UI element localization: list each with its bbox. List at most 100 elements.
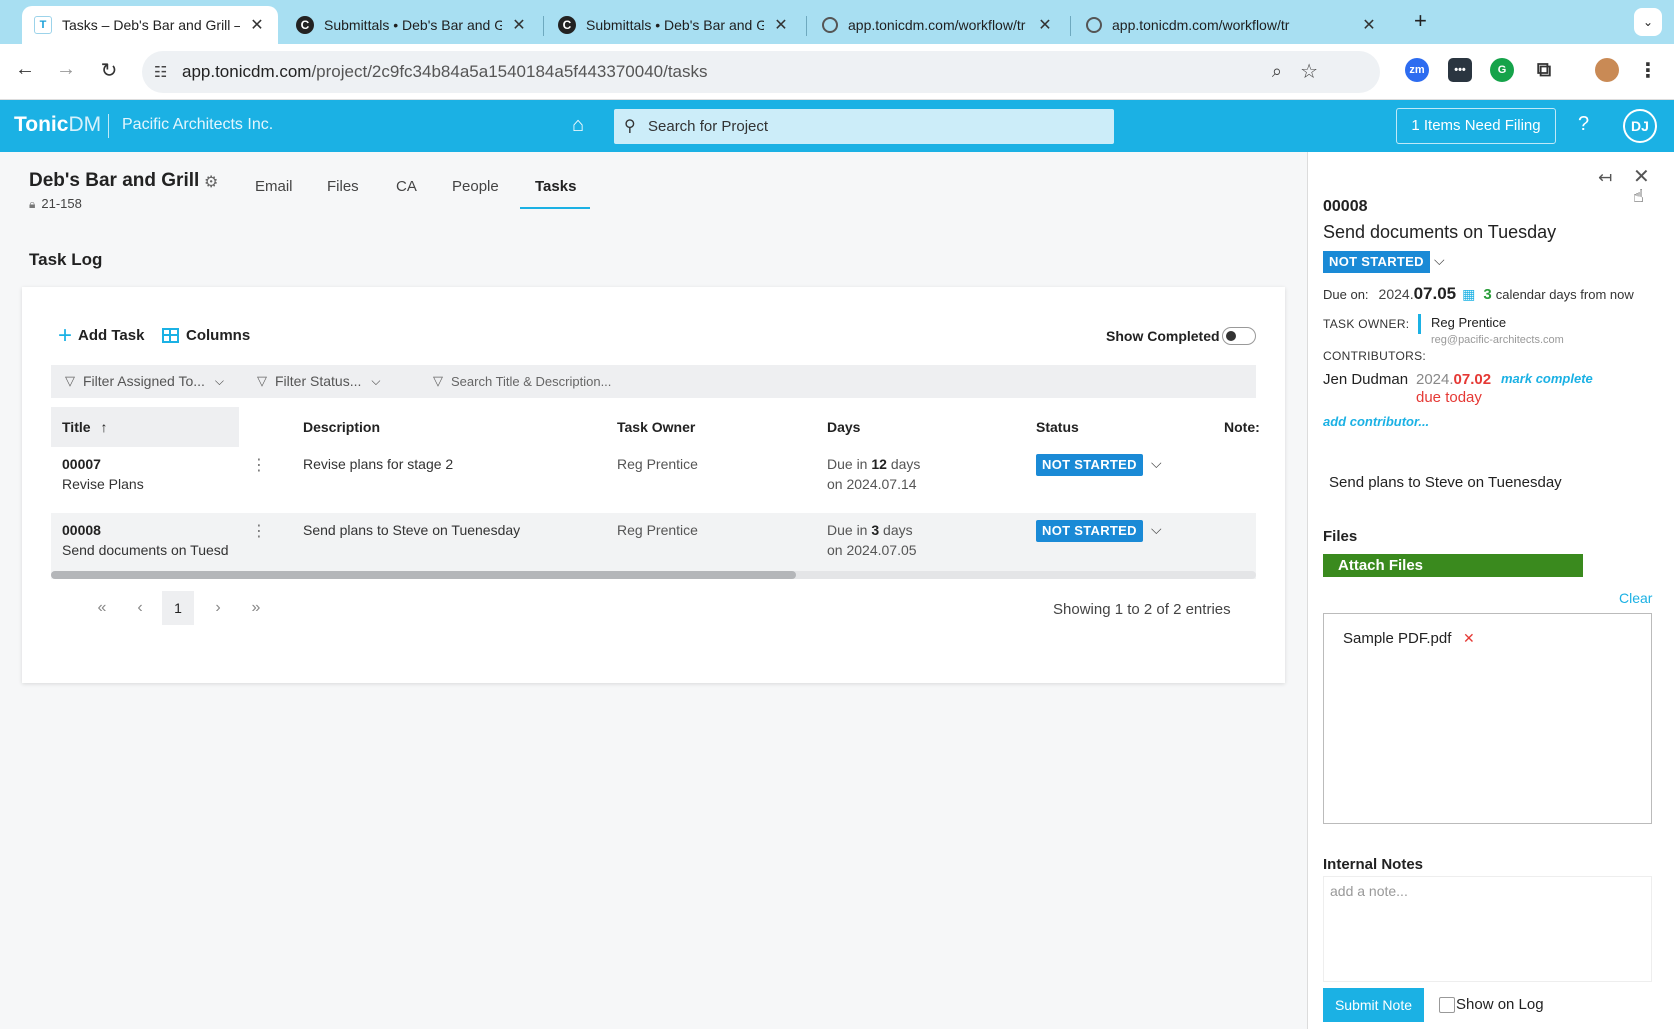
new-tab-plus-icon[interactable]: + — [1414, 8, 1427, 34]
task-description[interactable]: Send plans to Steve on Tuenesday — [1329, 474, 1562, 491]
tonicdm-logo[interactable]: TonicDM — [14, 113, 101, 137]
horizontal-scrollbar[interactable] — [51, 571, 1256, 579]
status-badge[interactable]: NOT STARTED — [1036, 454, 1143, 476]
site-settings-icon[interactable]: ☷ — [154, 63, 167, 81]
filter-status-dropdown[interactable]: ▽ Filter Status... ⌵ — [257, 373, 380, 389]
chevron-down-icon[interactable]: ⌵ — [1151, 455, 1162, 472]
extensions-puzzle-icon[interactable]: ⧉ — [1532, 58, 1556, 82]
internal-notes-textarea[interactable]: add a note... — [1323, 876, 1652, 982]
items-need-filing-button[interactable]: 1 Items Need Filing — [1396, 108, 1556, 144]
files-heading: Files — [1323, 528, 1358, 545]
browser-tab-workflow-1[interactable]: app.tonicdm.com/workflow/tr ✕ — [810, 6, 1066, 44]
filter-bar: ▽ Filter Assigned To... ⌵ ▽ Filter Status..… — [51, 365, 1256, 398]
task-title: Revise Plans — [62, 476, 144, 492]
file-list: Sample PDF.pdf ✕ — [1323, 613, 1652, 824]
plus-icon: + — [58, 321, 73, 349]
user-avatar[interactable]: DJ — [1623, 109, 1657, 143]
chevron-down-icon[interactable]: ⌵ — [1434, 252, 1445, 269]
add-task-button[interactable]: + Add Task — [58, 321, 144, 349]
profile-avatar-icon[interactable] — [1595, 58, 1619, 82]
tab-people[interactable]: People — [452, 178, 499, 195]
browser-menu-icon[interactable]: ⋮ — [1636, 58, 1660, 82]
task-description: Revise plans for stage 2 — [303, 456, 454, 472]
password-manager-extension-icon[interactable]: ••• — [1448, 58, 1472, 82]
browser-tab-submittals-2[interactable]: C Submittals • Deb's Bar and Gr ✕ — [546, 6, 802, 44]
tab-email[interactable]: Email — [255, 178, 293, 195]
zoom-extension-icon[interactable]: zm — [1405, 58, 1429, 82]
grammarly-extension-icon[interactable]: G — [1490, 58, 1514, 82]
columns-button[interactable]: Columns — [162, 327, 250, 344]
browser-tab-tasks[interactable]: T Tasks – Deb's Bar and Grill – ✕ — [22, 6, 278, 44]
attach-files-button[interactable]: Attach Files — [1323, 554, 1583, 577]
project-search-input[interactable]: ⚲ Search for Project — [614, 109, 1114, 144]
gear-icon[interactable]: ⚙ — [204, 172, 218, 192]
column-header-status[interactable]: Status — [1036, 419, 1079, 435]
zoom-icon[interactable]: ⌕ — [1272, 61, 1282, 82]
tab-label: app.tonicdm.com/workflow/tr — [848, 17, 1026, 33]
clear-files-link[interactable]: Clear — [1619, 590, 1652, 606]
main-content: Deb's Bar and Grill ⚙ 🔒︎ 21-158 Email Fil… — [0, 152, 1307, 1029]
app-header: TonicDM Pacific Architects Inc. ⌂ ⚲ Sear… — [0, 100, 1674, 152]
column-header-title[interactable]: Title ↑ — [62, 419, 108, 435]
bookmark-star-icon[interactable]: ☆ — [1300, 59, 1318, 84]
column-header-task-owner[interactable]: Task Owner — [617, 419, 695, 435]
task-id: 00008 — [1323, 198, 1368, 215]
tab-files[interactable]: Files — [327, 178, 359, 195]
due-date[interactable]: 2024.07.05 — [1379, 284, 1457, 304]
contributor-name: Jen Dudman — [1323, 371, 1409, 388]
browser-tab-workflow-2[interactable]: app.tonicdm.com/workflow/tr ✕ — [1074, 6, 1390, 44]
first-page-icon[interactable]: « — [86, 591, 118, 625]
last-page-icon[interactable]: » — [240, 591, 272, 625]
tab-tasks[interactable]: Tasks — [535, 178, 576, 195]
expand-panel-icon[interactable]: ↤ — [1598, 168, 1612, 188]
row-menu-icon[interactable]: ⋮ — [251, 521, 267, 541]
close-tab-icon[interactable]: ✕ — [772, 15, 790, 35]
close-tab-icon[interactable]: ✕ — [510, 15, 528, 35]
contributor-due-date[interactable]: 2024.07.02 — [1416, 371, 1491, 388]
browser-tab-submittals-1[interactable]: C Submittals • Deb's Bar and Gr ✕ — [284, 6, 540, 44]
prev-page-icon[interactable]: ‹ — [124, 591, 156, 625]
column-header-notes[interactable]: Note: — [1224, 419, 1260, 435]
add-contributor-link[interactable]: add contributor... — [1323, 414, 1429, 429]
help-icon[interactable]: ? — [1578, 113, 1589, 136]
submittals-favicon-icon: C — [558, 16, 576, 34]
task-owner: Reg Prentice — [617, 522, 698, 538]
show-on-log-checkbox[interactable] — [1439, 997, 1455, 1013]
tab-ca[interactable]: CA — [396, 178, 417, 195]
next-page-icon[interactable]: › — [202, 591, 234, 625]
chevron-down-icon: ⌵ — [214, 373, 225, 388]
column-header-days[interactable]: Days — [827, 419, 860, 435]
task-owner-label: TASK OWNER: — [1323, 317, 1410, 331]
status-badge[interactable]: NOT STARTED — [1323, 251, 1430, 273]
close-tab-icon[interactable]: ✕ — [1036, 15, 1054, 35]
tab-label: Submittals • Deb's Bar and Gr — [324, 17, 502, 33]
mark-complete-link[interactable]: mark complete — [1501, 371, 1593, 386]
task-days: Due in 3 days — [827, 522, 913, 538]
back-arrow-icon[interactable]: ← — [12, 58, 38, 81]
column-header-description[interactable]: Description — [303, 419, 380, 435]
status-badge[interactable]: NOT STARTED — [1036, 520, 1143, 542]
address-bar[interactable]: ☷ app.tonicdm.com/project/2c9fc34b84a5a1… — [142, 51, 1380, 93]
reload-icon[interactable]: ↻ — [96, 58, 122, 83]
sort-ascending-icon: ↑ — [100, 419, 108, 435]
filter-assigned-dropdown[interactable]: ▽ Filter Assigned To... ⌵ — [65, 373, 224, 389]
show-completed-toggle[interactable] — [1222, 327, 1256, 345]
row-menu-icon[interactable]: ⋮ — [251, 455, 267, 475]
scrollbar-thumb[interactable] — [51, 571, 796, 579]
task-title[interactable]: Send documents on Tuesday — [1323, 222, 1556, 243]
forward-arrow-icon[interactable]: → — [53, 58, 79, 81]
file-item[interactable]: Sample PDF.pdf — [1343, 630, 1451, 647]
table-row[interactable]: 00007 Revise Plans ⋮ Revise plans for st… — [51, 447, 1256, 513]
search-title-description-input[interactable]: ▽ Search Title & Description... — [433, 373, 611, 389]
home-icon[interactable]: ⌂ — [572, 114, 584, 137]
close-tab-icon[interactable]: ✕ — [1360, 15, 1378, 35]
remove-file-icon[interactable]: ✕ — [1463, 630, 1475, 647]
task-days: Due in 12 days — [827, 456, 921, 472]
table-row[interactable]: 00008 Send documents on Tuesd ⋮ Send pla… — [51, 513, 1256, 579]
submit-note-button[interactable]: Submit Note — [1323, 988, 1424, 1022]
tab-search-chevron-icon[interactable]: ⌄ — [1634, 8, 1662, 36]
page-number-current[interactable]: 1 — [162, 591, 194, 625]
calendar-icon[interactable]: ▦ — [1462, 286, 1475, 303]
close-tab-icon[interactable]: ✕ — [248, 15, 266, 35]
chevron-down-icon[interactable]: ⌵ — [1151, 521, 1162, 538]
